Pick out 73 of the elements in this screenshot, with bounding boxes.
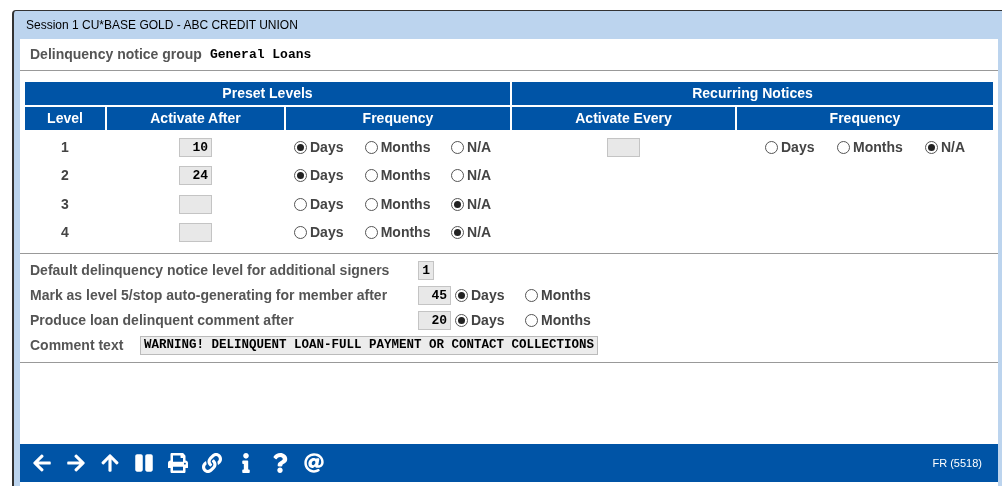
radio-button[interactable] [294,226,307,240]
radio-label: Months [541,286,591,305]
level-number: 3 [61,194,69,214]
radio-label: Months [380,137,431,157]
radio-label: Months [380,194,431,214]
radio-label: Days [781,137,815,157]
forward-icon[interactable] [66,453,86,473]
input-field[interactable]: 10 [179,137,212,157]
column-header: Level [25,107,105,130]
radio-button[interactable] [364,226,378,240]
group-header: Preset Levels [25,82,510,105]
radio-label: Days [310,194,344,214]
radio-button[interactable] [925,140,938,154]
radio-button[interactable] [451,140,465,154]
input-field[interactable]: 20 [418,311,451,330]
at-sign-icon[interactable] [304,453,324,473]
radio-label: N/A [941,137,966,157]
pause-icon[interactable] [134,453,154,473]
window-title: Session 1 CU*BASE GOLD - ABC CREDIT UNION [25,17,299,34]
radio-button[interactable] [364,169,378,183]
radio-button[interactable] [837,140,850,154]
column-header: Activate Every [512,107,735,130]
radio-label: Months [380,223,431,243]
radio-label: Days [310,166,344,186]
radio-label: Days [310,137,344,157]
input-field[interactable]: 24 [179,166,212,186]
radio-label: Days [471,311,505,330]
level-number: 1 [61,137,69,157]
back-icon[interactable] [32,453,52,473]
radio-button[interactable] [294,169,307,183]
print-icon[interactable] [168,453,188,473]
radio-button[interactable] [765,140,778,154]
radio-button[interactable] [364,140,378,154]
field-label: Default delinquency notice level for additional signers [30,261,391,280]
radio-label: Months [380,166,431,186]
radio-label: Days [310,223,344,243]
radio-label: Days [471,286,505,305]
field-label: Comment text [30,336,125,355]
radio-button[interactable] [451,169,465,183]
input-field[interactable] [179,194,212,214]
column-header: Frequency [286,107,510,130]
radio-label: N/A [467,194,492,214]
radio-label: Months [541,311,591,330]
radio-button[interactable] [451,226,465,240]
radio-button[interactable] [525,289,538,302]
field-label: Delinquency notice group [30,45,202,64]
column-header: Frequency [737,107,993,130]
input-field[interactable]: 45 [418,286,451,305]
radio-button[interactable] [294,197,307,211]
field-label: Produce loan delinquent comment after [30,311,295,330]
radio-button[interactable] [455,314,468,327]
radio-button[interactable] [455,289,468,302]
level-number: 2 [61,166,69,186]
radio-button[interactable] [294,140,307,154]
radio-button[interactable] [364,197,378,211]
input-field[interactable] [179,223,212,243]
radio-label: N/A [467,137,492,157]
input-field[interactable]: 1 [418,261,434,280]
radio-label: Months [853,137,903,157]
radio-button[interactable] [451,197,465,211]
group-value: General Loans [209,45,312,64]
level-number: 4 [61,223,69,243]
column-header: Activate After [107,107,284,130]
link-icon[interactable] [202,453,222,473]
radio-label: N/A [467,223,492,243]
screen-code: FR (5518) [932,455,982,471]
up-icon[interactable] [100,453,120,473]
field-label: Mark as level 5/stop auto-generating for member after [30,286,389,305]
comment-field[interactable]: WARNING! DELINQUENT LOAN-FULL PAYMENT OR CONTACT COLLECTIONS [140,336,599,355]
radio-label: N/A [467,166,492,186]
group-header: Recurring Notices [512,82,993,105]
radio-button[interactable] [525,314,538,327]
input-field[interactable] [607,137,640,157]
